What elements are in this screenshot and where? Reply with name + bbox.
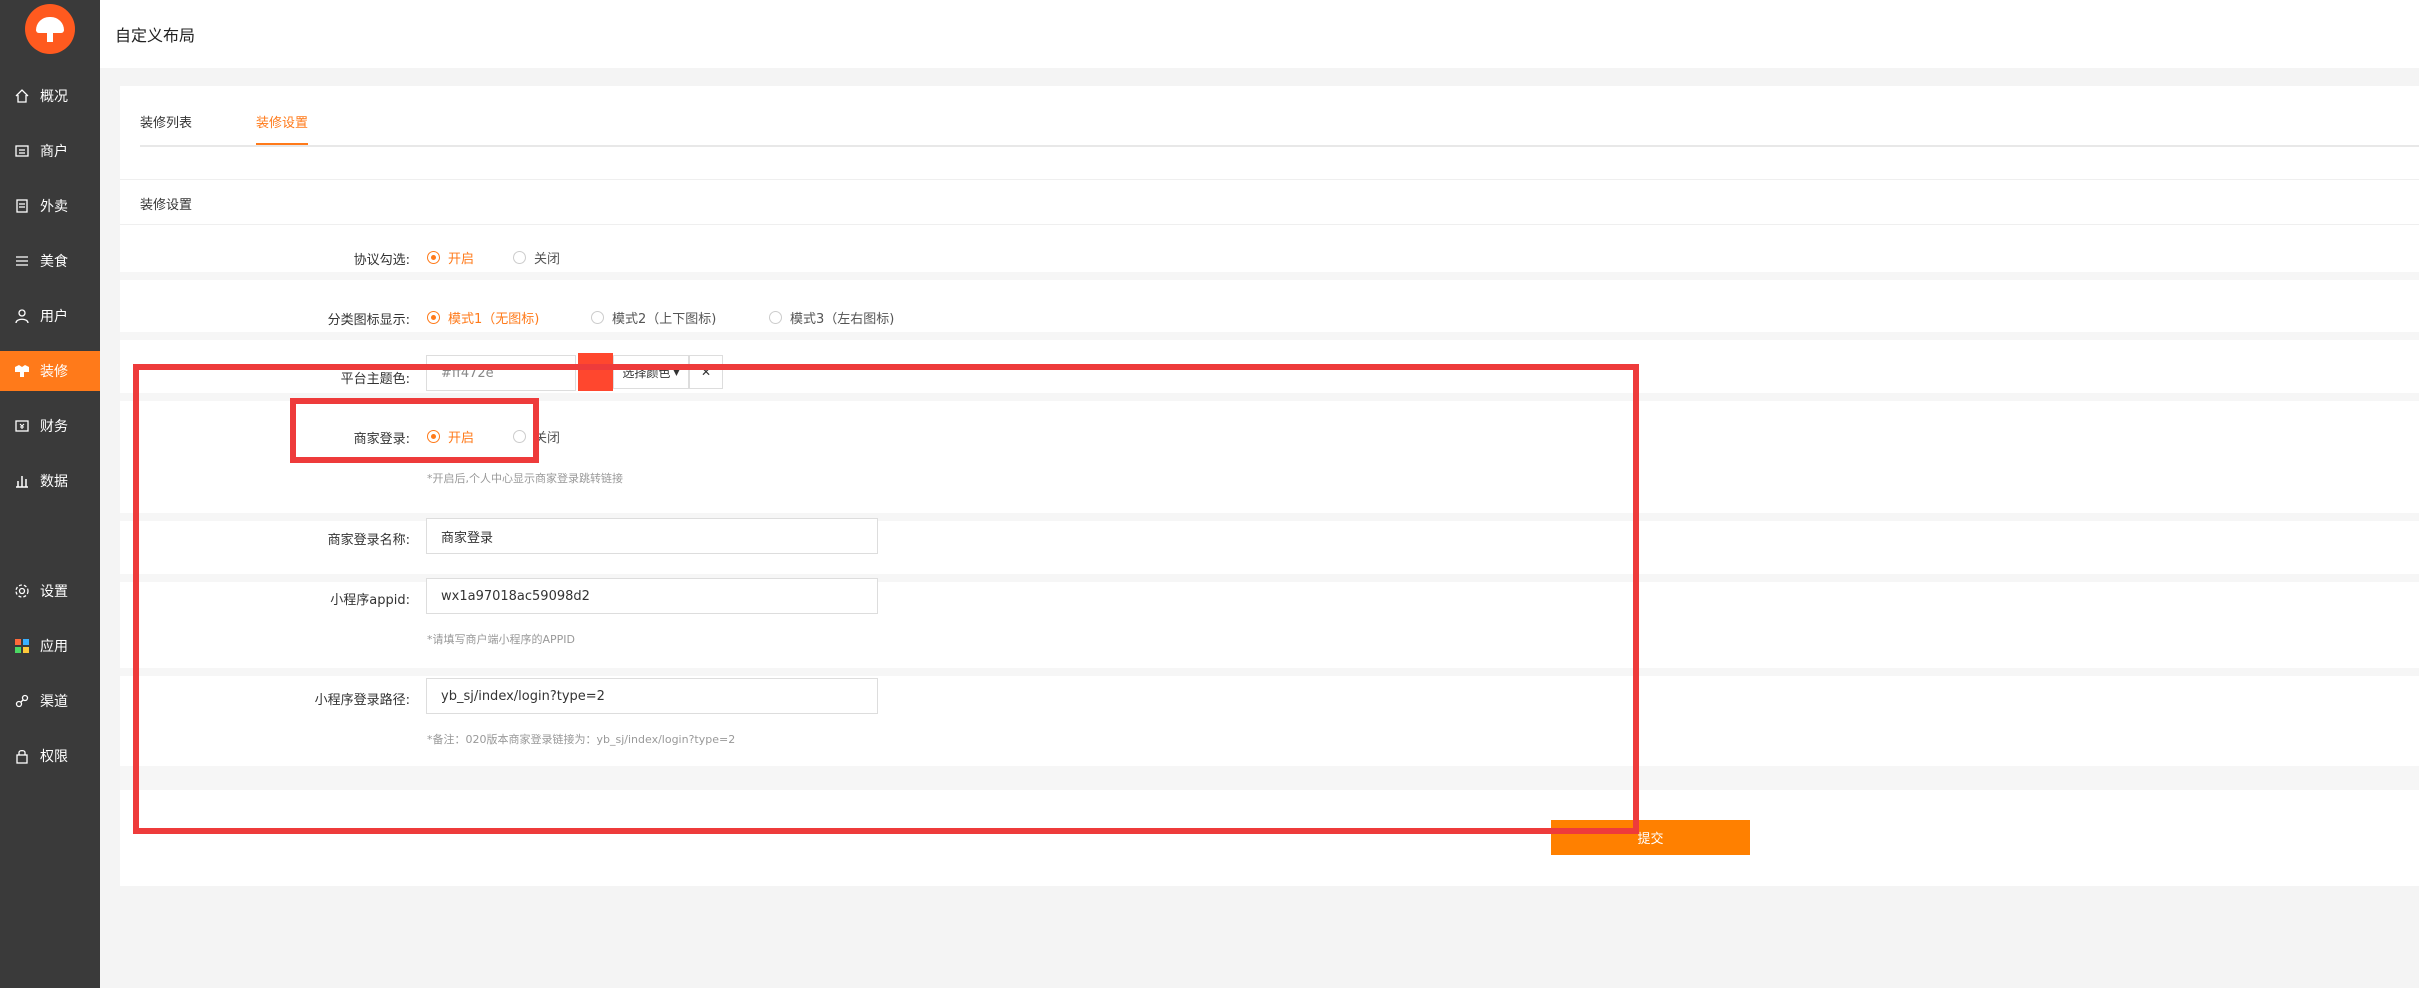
sidebar-item-apps[interactable]: 应用 [0, 626, 100, 666]
sidebar-item-overview[interactable]: 概况 [0, 76, 100, 116]
theme-color-label: 平台主题色: [340, 372, 410, 387]
apps-icon [14, 638, 30, 654]
miniapp-appid-label: 小程序appid: [330, 593, 410, 608]
divider [120, 668, 2419, 676]
merchant-login-name-label: 商家登录名称: [327, 533, 410, 548]
divider [120, 766, 2419, 790]
choose-color-label: 选择颜色 [622, 365, 671, 380]
sidebar-item-label: 权限 [40, 749, 68, 765]
decoration-icon [14, 363, 30, 379]
miniapp-login-path-label: 小程序登录路径: [314, 693, 410, 708]
sidebar-item-label: 外卖 [40, 199, 68, 215]
radio-dot [513, 251, 526, 264]
agreement-label: 协议勾选: [353, 253, 410, 268]
header: 自定义布局 [100, 0, 2419, 68]
divider [120, 332, 2419, 340]
theme-color-input[interactable]: #ff472e [426, 355, 576, 391]
tab-decoration-list[interactable]: 装修列表 [140, 112, 192, 143]
sidebar-item-permission[interactable]: 权限 [0, 736, 100, 776]
radio-label: 关闭 [534, 431, 561, 446]
sidebar-item-label: 设置 [40, 584, 68, 600]
lock-icon [14, 748, 30, 764]
menu-icon [14, 253, 30, 269]
merchant-login-hint: *开启后,个人中心显示商家登录跳转链接 [427, 472, 623, 485]
radio-label: 模式3（左右图标) [790, 312, 895, 327]
sidebar-item-label: 装修 [40, 364, 68, 380]
miniapp-login-path-hint: *备注：020版本商家登录链接为：yb_sj/index/login?type=… [427, 733, 736, 746]
sidebar-item-label: 用户 [40, 309, 68, 325]
radio-dot [427, 251, 440, 264]
radio-label: 模式2（上下图标) [612, 312, 717, 327]
page-title: 自定义布局 [115, 26, 196, 45]
merchant-login-radio-on[interactable]: 开启 [427, 427, 474, 446]
submit-button[interactable]: 提交 [1551, 820, 1750, 855]
sidebar-item-label: 概况 [40, 89, 68, 105]
tab-bar: 装修列表 装修设置 [140, 112, 2419, 147]
sidebar-item-label: 渠道 [40, 694, 68, 710]
category-mode1-radio[interactable]: 模式1（无图标) [427, 308, 539, 327]
caret-down-icon: ▼ [673, 367, 680, 377]
radio-dot [591, 311, 604, 324]
sidebar-item-merchant[interactable]: 商户 [0, 131, 100, 171]
chart-icon [14, 473, 30, 489]
gear-icon [14, 583, 30, 599]
merchant-icon [14, 143, 30, 159]
agreement-radio-on[interactable]: 开启 [427, 248, 474, 267]
sidebar-item-channel[interactable]: 渠道 [0, 681, 100, 721]
divider [120, 272, 2419, 280]
sidebar-item-settings[interactable]: 设置 [0, 571, 100, 611]
category-mode3-radio[interactable]: 模式3（左右图标) [769, 308, 894, 327]
sidebar: 概况 商户 外卖 美食 用户 装修 财务 数据 设置 应用 渠道 权限 [0, 0, 100, 988]
sidebar-item-finance[interactable]: 财务 [0, 406, 100, 446]
user-icon [14, 308, 30, 324]
miniapp-appid-input[interactable]: wx1a97018ac59098d2 [426, 578, 878, 614]
takeout-icon [14, 198, 30, 214]
clear-color-button[interactable]: ✕ [689, 355, 723, 389]
sidebar-item-food[interactable]: 美食 [0, 241, 100, 281]
sidebar-item-label: 商户 [40, 144, 68, 160]
miniapp-login-path-input[interactable]: yb_sj/index/login?type=2 [426, 678, 878, 714]
channel-icon [14, 693, 30, 709]
sidebar-item-label: 数据 [40, 474, 68, 490]
merchant-login-name-input[interactable]: 商家登录 [426, 518, 878, 554]
sidebar-item-decoration[interactable]: 装修 [0, 351, 100, 391]
radio-dot [513, 430, 526, 443]
divider [120, 393, 2419, 401]
home-icon [14, 88, 30, 104]
section-header: 装修设置 [120, 179, 2419, 225]
choose-color-button[interactable]: 选择颜色 ▼ [613, 355, 689, 389]
logo-icon[interactable] [25, 4, 75, 54]
color-swatch[interactable] [578, 353, 613, 391]
radio-label: 开启 [448, 431, 475, 446]
sidebar-item-label: 美食 [40, 254, 68, 270]
merchant-login-label: 商家登录: [353, 432, 410, 447]
sidebar-item-label: 应用 [40, 639, 68, 655]
radio-label: 关闭 [534, 252, 561, 267]
sidebar-item-label: 财务 [40, 419, 68, 435]
sidebar-item-takeout[interactable]: 外卖 [0, 186, 100, 226]
category-icon-label: 分类图标显示: [327, 313, 410, 328]
merchant-login-radio-off[interactable]: 关闭 [513, 427, 560, 446]
radio-dot [769, 311, 782, 324]
main-card: 装修列表 装修设置 装修设置 协议勾选: 开启 关闭 分类图标显示: 模式1（无… [120, 86, 2419, 886]
miniapp-appid-hint: *请填写商户端小程序的APPID [427, 633, 576, 646]
category-mode2-radio[interactable]: 模式2（上下图标) [591, 308, 716, 327]
finance-icon [14, 418, 30, 434]
section-title: 装修设置 [140, 198, 193, 213]
radio-dot [427, 311, 440, 324]
sidebar-item-data[interactable]: 数据 [0, 461, 100, 501]
radio-label: 模式1（无图标) [448, 312, 540, 327]
agreement-radio-off[interactable]: 关闭 [513, 248, 560, 267]
tab-decoration-settings[interactable]: 装修设置 [256, 112, 309, 145]
radio-dot [427, 430, 440, 443]
radio-label: 开启 [448, 252, 475, 267]
sidebar-item-user[interactable]: 用户 [0, 296, 100, 336]
